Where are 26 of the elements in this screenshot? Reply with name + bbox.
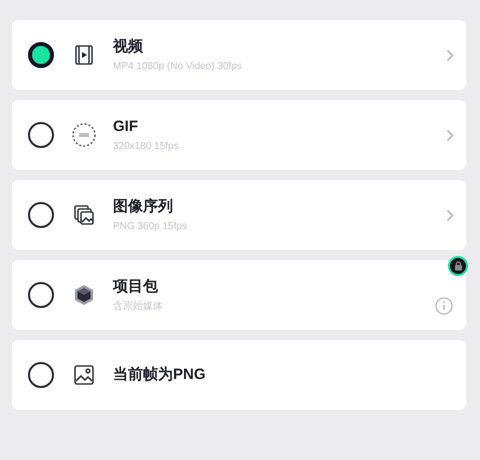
radio-button[interactable] bbox=[28, 42, 54, 68]
option-subtitle: 含原始媒体 bbox=[113, 300, 164, 314]
option-title: 项目包 bbox=[113, 276, 159, 296]
radio-button[interactable] bbox=[28, 122, 54, 148]
option-title: 图像序列 bbox=[113, 196, 174, 216]
image-icon bbox=[73, 364, 95, 386]
option-subtitle: 320x180 15fps bbox=[113, 140, 180, 154]
option-card[interactable]: GIF 320x180 15fps bbox=[12, 100, 466, 170]
chevron-icon bbox=[446, 208, 454, 222]
images-icon bbox=[73, 204, 95, 226]
option-card[interactable]: 图像序列 PNG 360p 15fps bbox=[12, 180, 466, 250]
option-subtitle: MP4 1080p (No Video) 30fps bbox=[113, 60, 243, 74]
gif-icon bbox=[71, 122, 97, 148]
radio-button[interactable] bbox=[28, 282, 54, 308]
chevron-icon bbox=[446, 48, 454, 62]
chevron-icon bbox=[446, 128, 454, 142]
option-subtitle: PNG 360p 15fps bbox=[113, 220, 188, 234]
option-card[interactable]: 当前帧为PNG bbox=[12, 340, 466, 410]
option-card[interactable]: 视频 MP4 1080p (No Video) 30fps bbox=[12, 20, 466, 90]
option-title: 当前帧为PNG bbox=[113, 365, 207, 385]
option-title: 视频 bbox=[113, 36, 144, 56]
radio-button[interactable] bbox=[28, 362, 54, 388]
cube-icon bbox=[73, 284, 95, 306]
option-title: GIF bbox=[113, 116, 139, 136]
radio-button[interactable] bbox=[28, 202, 54, 228]
film-icon bbox=[73, 44, 95, 66]
